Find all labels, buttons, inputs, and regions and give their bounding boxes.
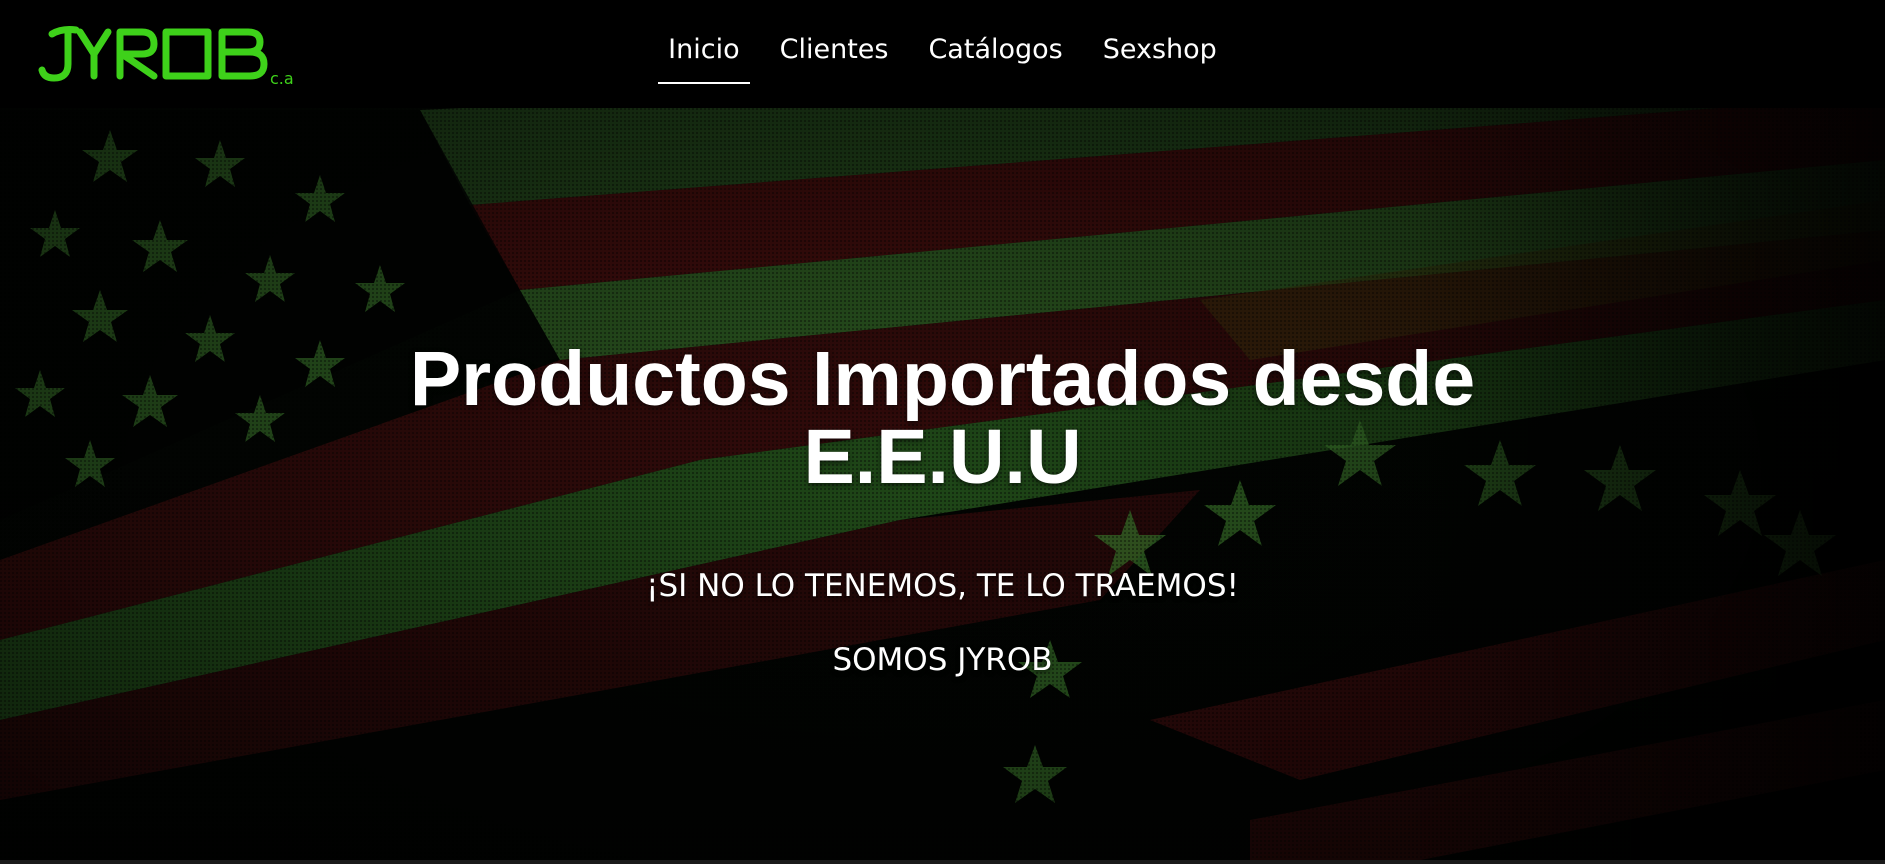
hero-title-line2: E.E.U.U xyxy=(803,414,1082,500)
top-navbar: c.a Inicio Clientes Catálogos Sexshop xyxy=(0,0,1885,108)
nav-clientes[interactable]: Clientes xyxy=(770,34,899,84)
bottom-divider xyxy=(0,860,1885,864)
hero-section: c.a Inicio Clientes Catálogos Sexshop Pr… xyxy=(0,0,1885,864)
hero-title-line1: Productos Importados desde xyxy=(409,336,1476,422)
hero-tagline: ¡SI NO LO TENEMOS, TE LO TRAEMOS! xyxy=(646,568,1239,604)
hero-subtagline: SOMOS JYROB xyxy=(832,642,1053,678)
nav-inicio[interactable]: Inicio xyxy=(658,34,751,84)
hero-title: Productos Importados desde E.E.U.U xyxy=(0,340,1885,496)
nav-catalogos[interactable]: Catálogos xyxy=(918,34,1072,84)
main-nav: Inicio Clientes Catálogos Sexshop xyxy=(0,34,1885,84)
nav-sexshop[interactable]: Sexshop xyxy=(1093,34,1227,84)
